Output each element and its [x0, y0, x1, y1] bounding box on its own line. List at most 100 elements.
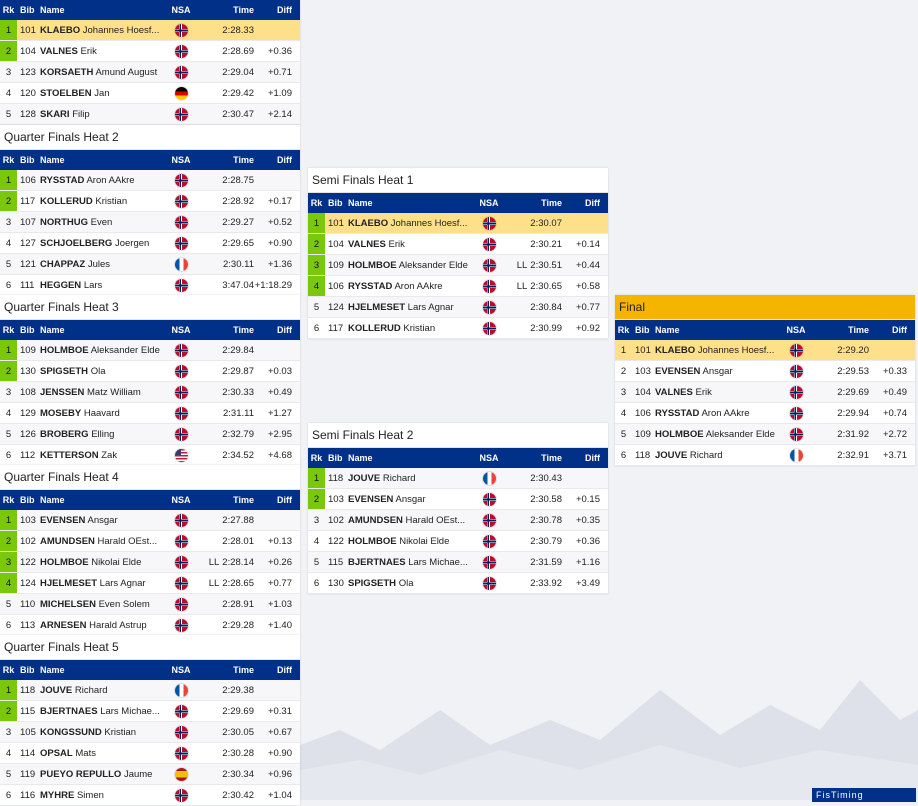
athlete-row[interactable]: 5 124 HJELMESET Lars Agnar 2:30.84 +0.77 — [308, 297, 608, 318]
athlete-row[interactable]: 5 115 BJERTNAES Lars Michae... 2:31.59 +1.16 — [308, 552, 608, 573]
athlete-row[interactable]: 2 117 KOLLERUD Kristian 2:28.92 +0.17 — [0, 191, 300, 212]
athlete-name[interactable]: HJELMESET Lars Agnar — [348, 302, 476, 313]
athlete-row[interactable]: 3 105 KONGSSUND Kristian 2:30.05 +0.67 — [0, 722, 300, 743]
athlete-name[interactable]: RYSSTAD Aron AAkre — [655, 408, 783, 419]
athlete-name[interactable]: HOLMBOE Nikolai Elde — [40, 557, 168, 568]
athlete-last-name: SPIGSETH — [40, 365, 89, 377]
athlete-row[interactable]: 6 117 KOLLERUD Kristian 2:30.99 +0.92 — [308, 318, 608, 339]
athlete-row[interactable]: 6 116 MYHRE Simen 2:30.42 +1.04 — [0, 785, 300, 806]
athlete-row[interactable]: 4 114 OPSAL Mats 2:30.28 +0.90 — [0, 743, 300, 764]
athlete-name[interactable]: JOUVE Richard — [655, 450, 783, 461]
athlete-row[interactable]: 4 106 RYSSTAD Aron AAkre 2:29.94 +0.74 — [615, 403, 915, 424]
athlete-name[interactable]: PUEYO REPULLO Jaume — [40, 769, 168, 780]
athlete-name[interactable]: NORTHUG Even — [40, 217, 168, 228]
athlete-row[interactable]: 1 118 JOUVE Richard 2:29.38 — [0, 680, 300, 701]
bib-cell: 122 — [20, 556, 36, 568]
athlete-name[interactable]: KOLLERUD Kristian — [40, 196, 168, 207]
athlete-row[interactable]: 3 122 HOLMBOE Nikolai Elde LL 2:28.14 +0.26 — [0, 552, 300, 573]
athlete-row[interactable]: 2 130 SPIGSETH Ola 2:29.87 +0.03 — [0, 361, 300, 382]
athlete-row[interactable]: 2 104 VALNES Erik 2:28.69 +0.36 — [0, 41, 300, 62]
athlete-name[interactable]: KLAEBO Johannes Hoesf... — [655, 345, 783, 356]
athlete-row[interactable]: 4 122 HOLMBOE Nikolai Elde 2:30.79 +0.36 — [308, 531, 608, 552]
athlete-row[interactable]: 3 107 NORTHUG Even 2:29.27 +0.52 — [0, 212, 300, 233]
athlete-name[interactable]: SPIGSETH Ola — [348, 578, 476, 589]
athlete-row[interactable]: 2 104 VALNES Erik 2:30.21 +0.14 — [308, 234, 608, 255]
athlete-row[interactable]: 6 111 HEGGEN Lars 3:47.04 +1:18.29 — [0, 275, 300, 296]
athlete-name[interactable]: HOLMBOE Aleksander Elde — [348, 260, 476, 271]
athlete-name[interactable]: AMUNDSEN Harald OEst... — [40, 536, 168, 547]
athlete-name[interactable]: VALNES Erik — [40, 46, 168, 57]
athlete-name[interactable]: HOLMBOE Nikolai Elde — [348, 536, 476, 547]
athlete-name[interactable]: SPIGSETH Ola — [40, 366, 168, 377]
athlete-name[interactable]: RYSSTAD Aron AAkre — [348, 281, 476, 292]
athlete-row[interactable]: 2 103 EVENSEN Ansgar 2:30.58 +0.15 — [308, 489, 608, 510]
athlete-row[interactable]: 1 106 RYSSTAD Aron AAkre 2:28.75 — [0, 170, 300, 191]
athlete-name[interactable]: KONGSSUND Kristian — [40, 727, 168, 738]
athlete-row[interactable]: 4 120 STOELBEN Jan 2:29.42 +1.09 — [0, 83, 300, 104]
athlete-name[interactable]: BJERTNAES Lars Michae... — [348, 557, 476, 568]
athlete-row[interactable]: 1 103 EVENSEN Ansgar 2:27.88 — [0, 510, 300, 531]
athlete-name[interactable]: MYHRE Simen — [40, 790, 168, 801]
athlete-name[interactable]: KORSAETH Amund August — [40, 67, 168, 78]
athlete-row[interactable]: 2 103 EVENSEN Ansgar 2:29.53 +0.33 — [615, 361, 915, 382]
athlete-row[interactable]: 1 101 KLAEBO Johannes Hoesf... 2:30.07 — [308, 213, 608, 234]
athlete-name[interactable]: KLAEBO Johannes Hoesf... — [348, 218, 476, 229]
athlete-row[interactable]: 6 130 SPIGSETH Ola 2:33.92 +3.49 — [308, 573, 608, 594]
athlete-name[interactable]: JENSSEN Matz William — [40, 387, 168, 398]
athlete-name[interactable]: KOLLERUD Kristian — [348, 323, 476, 334]
athlete-name[interactable]: JOUVE Richard — [40, 685, 168, 696]
athlete-row[interactable]: 5 128 SKARI Filip 2:30.47 +2.14 — [0, 104, 300, 125]
athlete-row[interactable]: 5 119 PUEYO REPULLO Jaume 2:30.34 +0.96 — [0, 764, 300, 785]
athlete-name[interactable]: VALNES Erik — [655, 387, 783, 398]
athlete-name[interactable]: BROBERG Elling — [40, 429, 168, 440]
athlete-row[interactable]: 1 109 HOLMBOE Aleksander Elde 2:29.84 — [0, 340, 300, 361]
athlete-name[interactable]: JOUVE Richard — [348, 473, 476, 484]
athlete-row[interactable]: 5 110 MICHELSEN Even Solem 2:28.91 +1.03 — [0, 594, 300, 615]
athlete-row[interactable]: 6 112 KETTERSON Zak 2:34.52 +4.68 — [0, 445, 300, 466]
athlete-name[interactable]: CHAPPAZ Jules — [40, 259, 168, 270]
athlete-row[interactable]: 3 123 KORSAETH Amund August 2:29.04 +0.71 — [0, 62, 300, 83]
athlete-name[interactable]: ARNESEN Harald Astrup — [40, 620, 168, 631]
athlete-row[interactable]: 6 113 ARNESEN Harald Astrup 2:29.28 +1.40 — [0, 615, 300, 636]
athlete-row[interactable]: 4 106 RYSSTAD Aron AAkre LL 2:30.65 +0.58 — [308, 276, 608, 297]
athlete-row[interactable]: 5 126 BROBERG Elling 2:32.79 +2.95 — [0, 424, 300, 445]
athlete-name[interactable]: EVENSEN Ansgar — [655, 366, 783, 377]
athlete-name[interactable]: AMUNDSEN Harald OEst... — [348, 515, 476, 526]
athlete-row[interactable]: 1 101 KLAEBO Johannes Hoesf... 2:29.20 — [615, 340, 915, 361]
athlete-row[interactable]: 4 124 HJELMESET Lars Agnar LL 2:28.65 +0.77 — [0, 573, 300, 594]
athlete-name[interactable]: VALNES Erik — [348, 239, 476, 250]
athlete-name[interactable]: MOSEBY Haavard — [40, 408, 168, 419]
athlete-name[interactable]: HOLMBOE Aleksander Elde — [655, 429, 783, 440]
athlete-name[interactable]: KETTERSON Zak — [40, 450, 168, 461]
athlete-name[interactable]: EVENSEN Ansgar — [348, 494, 476, 505]
athlete-row[interactable]: 5 109 HOLMBOE Aleksander Elde 2:31.92 +2.72 — [615, 424, 915, 445]
athlete-row[interactable]: 4 129 MOSEBY Haavard 2:31.11 +1.27 — [0, 403, 300, 424]
athlete-name[interactable]: HJELMESET Lars Agnar — [40, 578, 168, 589]
athlete-name[interactable]: OPSAL Mats — [40, 748, 168, 759]
time-cell: 2:30.47 — [194, 109, 254, 120]
athlete-row[interactable]: 6 118 JOUVE Richard 2:32.91 +3.71 — [615, 445, 915, 466]
athlete-row[interactable]: 1 101 KLAEBO Johannes Hoesf... 2:28.33 — [0, 20, 300, 41]
time-value: 2:28.01 — [222, 535, 254, 547]
athlete-row[interactable]: 4 127 SCHJOELBERG Joergen 2:29.65 +0.90 — [0, 233, 300, 254]
athlete-name[interactable]: HEGGEN Lars — [40, 280, 168, 291]
athlete-name[interactable]: STOELBEN Jan — [40, 88, 168, 99]
athlete-name[interactable]: HOLMBOE Aleksander Elde — [40, 345, 168, 356]
athlete-name[interactable]: SCHJOELBERG Joergen — [40, 238, 168, 249]
athlete-name[interactable]: RYSSTAD Aron AAkre — [40, 175, 168, 186]
athlete-name[interactable]: EVENSEN Ansgar — [40, 515, 168, 526]
athlete-row[interactable]: 1 118 JOUVE Richard 2:30.43 — [308, 468, 608, 489]
athlete-row[interactable]: 2 115 BJERTNAES Lars Michae... 2:29.69 +0.31 — [0, 701, 300, 722]
athlete-row[interactable]: 3 104 VALNES Erik 2:29.69 +0.49 — [615, 382, 915, 403]
time-cell: 2:28.33 — [194, 25, 254, 36]
athlete-row[interactable]: 2 102 AMUNDSEN Harald OEst... 2:28.01 +0.13 — [0, 531, 300, 552]
athlete-row[interactable]: 3 102 AMUNDSEN Harald OEst... 2:30.78 +0.35 — [308, 510, 608, 531]
athlete-name[interactable]: SKARI Filip — [40, 109, 168, 120]
nsa-header: NSA — [479, 453, 499, 463]
athlete-name[interactable]: KLAEBO Johannes Hoesf... — [40, 25, 168, 36]
athlete-row[interactable]: 3 108 JENSSEN Matz William 2:30.33 +0.49 — [0, 382, 300, 403]
athlete-name[interactable]: BJERTNAES Lars Michae... — [40, 706, 168, 717]
athlete-name[interactable]: MICHELSEN Even Solem — [40, 599, 168, 610]
athlete-row[interactable]: 3 109 HOLMBOE Aleksander Elde LL 2:30.51 +0.4… — [308, 255, 608, 276]
athlete-row[interactable]: 5 121 CHAPPAZ Jules 2:30.11 +1.36 — [0, 254, 300, 275]
